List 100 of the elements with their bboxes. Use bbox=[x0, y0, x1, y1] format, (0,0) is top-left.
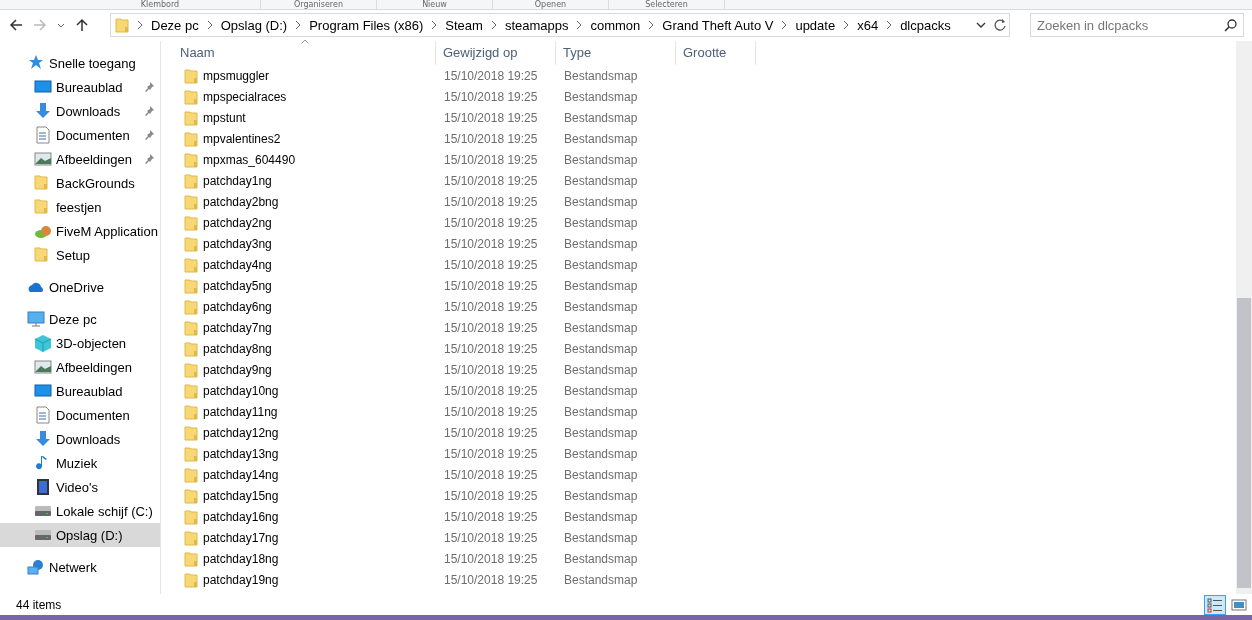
chevron-right-icon[interactable] bbox=[842, 20, 851, 31]
file-type: Bestandsmap bbox=[564, 362, 638, 377]
file-name[interactable]: patchday12ng bbox=[203, 425, 279, 440]
nav-item[interactable]: Downloads bbox=[0, 99, 160, 123]
chevron-right-icon[interactable] bbox=[430, 20, 439, 31]
chevron-right-icon[interactable] bbox=[294, 20, 303, 31]
folder-icon bbox=[184, 529, 198, 546]
file-type: Bestandsmap bbox=[564, 110, 638, 125]
picture-icon bbox=[34, 150, 52, 168]
file-name[interactable]: patchday3ng bbox=[203, 236, 272, 251]
file-name[interactable]: patchday17ng bbox=[203, 530, 279, 545]
chevron-right-icon[interactable] bbox=[205, 20, 214, 31]
column-header[interactable]: Grootte bbox=[676, 41, 756, 65]
file-name[interactable]: patchday15ng bbox=[203, 488, 279, 503]
date-modified: 15/10/2018 19:25 bbox=[444, 383, 538, 398]
film-icon bbox=[34, 478, 52, 496]
nav-item[interactable]: Muziek bbox=[0, 451, 160, 475]
file-name[interactable]: patchday13ng bbox=[203, 446, 279, 461]
date-modified: 15/10/2018 19:25 bbox=[444, 509, 538, 524]
path-segment[interactable]: common bbox=[590, 17, 641, 33]
path-segment[interactable]: Steam bbox=[445, 17, 483, 33]
nav-item[interactable]: Opslag (D:) bbox=[0, 523, 160, 547]
nav-item[interactable]: Afbeeldingen bbox=[0, 147, 160, 171]
nav-item[interactable]: Setup bbox=[0, 243, 160, 267]
file-name[interactable]: mpvalentines2 bbox=[203, 131, 281, 146]
nav-item[interactable]: Downloads bbox=[0, 427, 160, 451]
date-modified: 15/10/2018 19:25 bbox=[444, 362, 538, 377]
address-bar[interactable]: Deze pc Opslag (D:) Program Files (x86) Steam steamapps common Grand Theft Auto V update x64 dlcpacks bbox=[110, 13, 1010, 38]
folder-icon bbox=[184, 445, 198, 462]
chevron-right-icon[interactable] bbox=[647, 20, 656, 31]
path-segment[interactable]: x64 bbox=[857, 17, 879, 33]
document-icon bbox=[34, 126, 52, 144]
date-modified: 15/10/2018 19:25 bbox=[444, 446, 538, 461]
file-name[interactable]: patchday9ng bbox=[203, 362, 272, 377]
nav-item[interactable]: Bureaublad bbox=[0, 75, 160, 99]
nav-item[interactable]: Lokale schijf (C:) bbox=[0, 499, 160, 523]
file-name[interactable]: patchday1ng bbox=[203, 173, 272, 188]
file-name[interactable]: patchday8ng bbox=[203, 341, 272, 356]
file-name[interactable]: patchday2bng bbox=[203, 194, 279, 209]
chevron-right-icon[interactable] bbox=[575, 20, 584, 31]
file-name[interactable]: patchday2ng bbox=[203, 215, 272, 230]
monitor-icon bbox=[27, 310, 45, 328]
file-name[interactable]: patchday4ng bbox=[203, 257, 272, 272]
file-name[interactable]: patchday14ng bbox=[203, 467, 279, 482]
folder-icon bbox=[184, 361, 198, 378]
path-segment[interactable]: Opslag (D:) bbox=[220, 17, 288, 33]
nav-item[interactable]: FiveM Application bbox=[0, 219, 160, 243]
file-type: Bestandsmap bbox=[564, 236, 638, 251]
file-name[interactable]: mpspecialraces bbox=[203, 89, 287, 104]
column-header[interactable]: Type bbox=[556, 41, 676, 65]
details-view-button[interactable] bbox=[1204, 594, 1226, 615]
file-name[interactable]: patchday16ng bbox=[203, 509, 279, 524]
column-header[interactable]: Gewijzigd op bbox=[436, 41, 556, 65]
chevron-right-icon[interactable] bbox=[780, 20, 789, 31]
path-segment[interactable]: dlcpacks bbox=[900, 17, 951, 33]
file-name[interactable]: patchday6ng bbox=[203, 299, 272, 314]
search-field[interactable]: Zoeken in dlcpacks bbox=[1030, 13, 1244, 38]
scrollbar-thumb[interactable] bbox=[1237, 298, 1251, 588]
scrollbar[interactable] bbox=[1236, 41, 1252, 594]
nav-item[interactable]: BackGrounds bbox=[0, 171, 160, 195]
date-modified: 15/10/2018 19:25 bbox=[444, 257, 538, 272]
file-name[interactable]: mpsmuggler bbox=[203, 68, 270, 83]
column-header[interactable]: Naam bbox=[173, 41, 436, 65]
file-name[interactable]: patchday11ng bbox=[203, 404, 278, 419]
path-segment[interactable]: update bbox=[795, 17, 836, 33]
file-name[interactable]: patchday7ng bbox=[203, 320, 272, 335]
date-modified: 15/10/2018 19:25 bbox=[444, 341, 538, 356]
nav-item[interactable]: Bureaublad bbox=[0, 379, 160, 403]
chevron-right-icon[interactable] bbox=[885, 20, 894, 31]
folder-icon bbox=[184, 256, 198, 273]
nav-item[interactable]: feestjen bbox=[0, 195, 160, 219]
folder-icon bbox=[184, 130, 198, 147]
path-segment[interactable]: Grand Theft Auto V bbox=[662, 17, 774, 33]
nav-item[interactable]: Netwerk bbox=[0, 555, 160, 579]
folder-icon bbox=[184, 151, 198, 168]
path-segment[interactable]: Program Files (x86) bbox=[309, 17, 424, 33]
nav-item[interactable]: 3D-objecten bbox=[0, 331, 160, 355]
up-arrow-icon[interactable] bbox=[74, 17, 90, 34]
file-type: Bestandsmap bbox=[564, 299, 638, 314]
refresh-icon[interactable] bbox=[993, 17, 1007, 34]
nav-item[interactable]: Afbeeldingen bbox=[0, 355, 160, 379]
file-name[interactable]: patchday18ng bbox=[203, 551, 279, 566]
ribbon-group-label: Selecteren bbox=[609, 0, 725, 9]
nav-item[interactable]: Video's bbox=[0, 475, 160, 499]
path-segment[interactable]: steamapps bbox=[504, 17, 569, 33]
file-name[interactable]: patchday19ng bbox=[203, 572, 279, 587]
file-name[interactable]: mpxmas_604490 bbox=[203, 152, 296, 167]
nav-item[interactable]: Documenten bbox=[0, 123, 160, 147]
folder-icon bbox=[184, 88, 198, 105]
file-name[interactable]: patchday10ng bbox=[203, 383, 279, 398]
nav-item[interactable]: OneDrive bbox=[0, 275, 160, 299]
file-name[interactable]: mpstunt bbox=[203, 110, 246, 125]
path-segment[interactable]: Deze pc bbox=[151, 17, 199, 33]
nav-item[interactable]: Documenten bbox=[0, 403, 160, 427]
nav-item[interactable]: Deze pc bbox=[0, 307, 160, 331]
chevron-right-icon[interactable] bbox=[489, 20, 498, 31]
file-name[interactable]: patchday5ng bbox=[203, 278, 272, 293]
chevron-right-icon[interactable] bbox=[136, 20, 144, 31]
nav-item[interactable]: Snelle toegang bbox=[0, 51, 160, 75]
folder-icon bbox=[184, 214, 198, 231]
